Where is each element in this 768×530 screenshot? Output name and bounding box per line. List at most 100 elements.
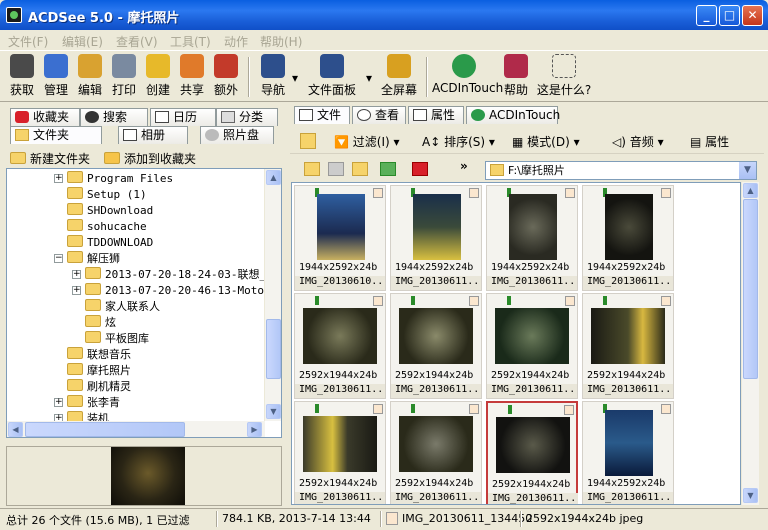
navigate-dropdown[interactable]: ▾ bbox=[290, 71, 300, 85]
expand-icon[interactable]: + bbox=[72, 286, 81, 295]
scroll-left-arrow-icon[interactable]: ◀ bbox=[8, 422, 23, 437]
grid-vertical-scrollbar[interactable]: ▲ ▼ bbox=[741, 182, 759, 505]
create-icon bbox=[146, 54, 170, 78]
extra-button[interactable]: 额外 bbox=[210, 54, 242, 98]
scroll-right-arrow-icon[interactable]: ▶ bbox=[247, 422, 262, 437]
tab-file[interactable]: 文件 bbox=[294, 106, 350, 124]
print-button[interactable]: 打印 bbox=[108, 54, 140, 98]
fullscreen-button[interactable]: 全屏幕 bbox=[378, 54, 420, 98]
audio-button[interactable]: ◁) 音频 ▾ bbox=[612, 133, 664, 150]
collapse-icon[interactable]: − bbox=[54, 254, 63, 263]
edit-button[interactable]: 编辑 bbox=[74, 54, 106, 98]
scroll-up-arrow-icon[interactable]: ▲ bbox=[743, 183, 758, 198]
address-dropdown-arrow-icon[interactable]: ▼ bbox=[739, 162, 756, 179]
tree-item[interactable]: 炫 bbox=[85, 315, 116, 331]
thumbnail-grid[interactable]: 1944x2592x24b IMG_20130610... 1944x2592x2… bbox=[291, 182, 741, 505]
tree-item[interactable]: 2013-07-20-20-46-13-Motoro bbox=[85, 283, 277, 299]
add-to-favorites-button[interactable]: 添加到收藏夹 bbox=[104, 150, 196, 167]
menu-tools[interactable]: 工具(T) bbox=[170, 33, 211, 50]
thumbnail-item-selected[interactable]: 2592x1944x24b IMG_20130611... bbox=[486, 401, 578, 504]
tab-albums[interactable]: 相册 bbox=[118, 126, 188, 144]
acdsee-app-icon[interactable] bbox=[6, 7, 22, 23]
file-panel-dropdown[interactable]: ▾ bbox=[364, 71, 374, 85]
tree-item[interactable]: sohucache bbox=[67, 219, 147, 235]
expand-icon[interactable]: + bbox=[54, 398, 63, 407]
tree-item[interactable]: TDDOWNLOAD bbox=[67, 235, 153, 251]
parent-folder-icon[interactable] bbox=[352, 162, 368, 176]
menu-actions[interactable]: 动作 bbox=[224, 33, 248, 50]
minimize-button[interactable]: _ bbox=[696, 5, 717, 26]
tab-properties[interactable]: 属性 bbox=[408, 106, 464, 124]
folder-up-icon[interactable] bbox=[300, 133, 316, 149]
scroll-thumb[interactable] bbox=[743, 199, 758, 379]
new-folder-button[interactable]: 新建文件夹 bbox=[10, 150, 90, 167]
tree-vertical-scrollbar[interactable]: ▲ ▼ bbox=[264, 169, 281, 421]
expand-icon[interactable]: + bbox=[72, 270, 81, 279]
tree-item[interactable]: 家人联系人 bbox=[85, 299, 160, 315]
tab-search[interactable]: 搜索 bbox=[80, 108, 148, 126]
tab-view[interactable]: 查看 bbox=[352, 106, 406, 124]
tab-calendar[interactable]: 日历 bbox=[150, 108, 216, 126]
manage-button[interactable]: 管理 bbox=[40, 54, 72, 98]
more-chevron-icon[interactable]: » bbox=[460, 159, 468, 173]
menu-edit[interactable]: 编辑(E) bbox=[62, 33, 103, 50]
thumbnail-item[interactable]: 2592x1944x24b IMG_20130611... bbox=[486, 293, 578, 399]
forward-folder-icon[interactable] bbox=[328, 162, 344, 176]
help-button[interactable]: 帮助 bbox=[500, 54, 532, 98]
scroll-up-arrow-icon[interactable]: ▲ bbox=[266, 170, 281, 185]
thumbnail-item[interactable]: 2592x1944x24b IMG_20130611... bbox=[294, 293, 386, 399]
refresh-icon[interactable] bbox=[380, 162, 396, 176]
back-folder-icon[interactable] bbox=[304, 162, 320, 176]
tree-item[interactable]: 刷机精灵 bbox=[67, 379, 131, 395]
address-bar[interactable]: F:\摩托照片 ▼ bbox=[485, 161, 757, 180]
whats-this-button[interactable]: 这是什么? bbox=[534, 54, 594, 98]
tree-item[interactable]: Program Files bbox=[67, 171, 173, 187]
thumbnail-item[interactable]: 2592x1944x24b IMG_20130611... bbox=[390, 293, 482, 399]
menu-view[interactable]: 查看(V) bbox=[116, 33, 158, 50]
sort-button[interactable]: A↕ 排序(S) ▾ bbox=[422, 133, 495, 150]
navigate-button[interactable]: 导航 bbox=[256, 54, 290, 98]
tree-item[interactable]: 解压狮 bbox=[67, 251, 120, 267]
tab-folders[interactable]: 文件夹 bbox=[10, 126, 102, 144]
close-button[interactable]: ✕ bbox=[742, 5, 763, 26]
acdintouch-button[interactable]: ACDInTouch bbox=[432, 54, 503, 95]
scroll-down-arrow-icon[interactable]: ▼ bbox=[743, 488, 758, 503]
thumbnail-item[interactable]: 2592x1944x24b IMG_20130611... bbox=[582, 293, 674, 399]
scroll-thumb[interactable] bbox=[266, 319, 281, 379]
acquire-button[interactable]: 获取 bbox=[6, 54, 38, 98]
menu-file[interactable]: 文件(F) bbox=[8, 33, 48, 50]
maximize-button[interactable]: □ bbox=[719, 5, 740, 26]
title-bar[interactable]: ACDSee 5.0 - 摩托照片 _ □ ✕ bbox=[0, 0, 768, 30]
scroll-thumb[interactable] bbox=[25, 422, 185, 437]
favorites-dropdown-icon[interactable] bbox=[412, 162, 428, 176]
tab-categories[interactable]: 分类 bbox=[216, 108, 278, 126]
tree-item[interactable]: 平板图库 bbox=[85, 331, 149, 347]
create-button[interactable]: 创建 bbox=[142, 54, 174, 98]
tree-item[interactable]: 联想音乐 bbox=[67, 347, 131, 363]
thumbnail-item[interactable]: 2592x1944x24b IMG_20130611... bbox=[294, 401, 386, 504]
file-panel-button[interactable]: 文件面板 bbox=[304, 54, 360, 98]
tree-item[interactable]: 2013-07-20-18-24-03-联想_S bbox=[85, 267, 273, 283]
thumbnail-item[interactable]: 1944x2592x24b IMG_20130610... bbox=[294, 185, 386, 291]
thumbnail-item[interactable]: 2592x1944x24b IMG_20130611... bbox=[390, 401, 482, 504]
tab-acdintouch[interactable]: ACDInTouch bbox=[466, 106, 560, 124]
scroll-down-arrow-icon[interactable]: ▼ bbox=[266, 404, 281, 419]
tree-item[interactable]: 张李青 bbox=[67, 395, 120, 411]
tree-item[interactable]: SHDownload bbox=[67, 203, 153, 219]
filter-button[interactable]: 🔽 过滤(I) ▾ bbox=[334, 133, 400, 150]
tab-favorites[interactable]: 收藏夹 bbox=[10, 108, 80, 126]
expand-icon[interactable]: + bbox=[54, 174, 63, 183]
tree-item[interactable]: Setup (1) bbox=[67, 187, 147, 203]
menu-help[interactable]: 帮助(H) bbox=[260, 33, 302, 50]
properties-button[interactable]: ▤ 属性 bbox=[690, 133, 729, 150]
share-button[interactable]: 共享 bbox=[176, 54, 208, 98]
tree-horizontal-scrollbar[interactable]: ◀ ▶ bbox=[7, 421, 265, 437]
folder-tree[interactable]: + Program Files Setup (1) SHDownload soh… bbox=[6, 168, 282, 438]
thumbnail-item[interactable]: 1944x2592x24b IMG_20130611... bbox=[486, 185, 578, 291]
tab-photo-discs[interactable]: 照片盘 bbox=[200, 126, 274, 144]
mode-button[interactable]: ▦ 模式(D) ▾ bbox=[512, 133, 580, 150]
thumbnail-item[interactable]: 1944x2592x24b IMG_20130611... bbox=[582, 401, 674, 504]
thumbnail-item[interactable]: 1944x2592x24b IMG_20130611... bbox=[582, 185, 674, 291]
thumbnail-item[interactable]: 1944x2592x24b IMG_20130611... bbox=[390, 185, 482, 291]
tree-item-selected[interactable]: 摩托照片 bbox=[67, 363, 131, 379]
